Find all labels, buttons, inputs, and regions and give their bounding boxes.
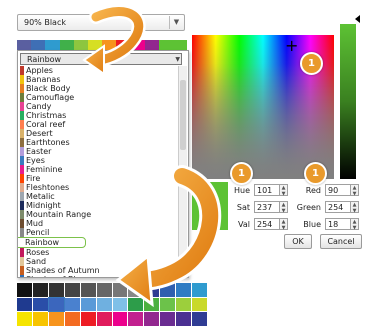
annotation-arrow-top-icon xyxy=(82,4,146,76)
annotation-arrow-bottom-icon xyxy=(115,165,222,308)
annotation-arrows xyxy=(82,4,222,308)
